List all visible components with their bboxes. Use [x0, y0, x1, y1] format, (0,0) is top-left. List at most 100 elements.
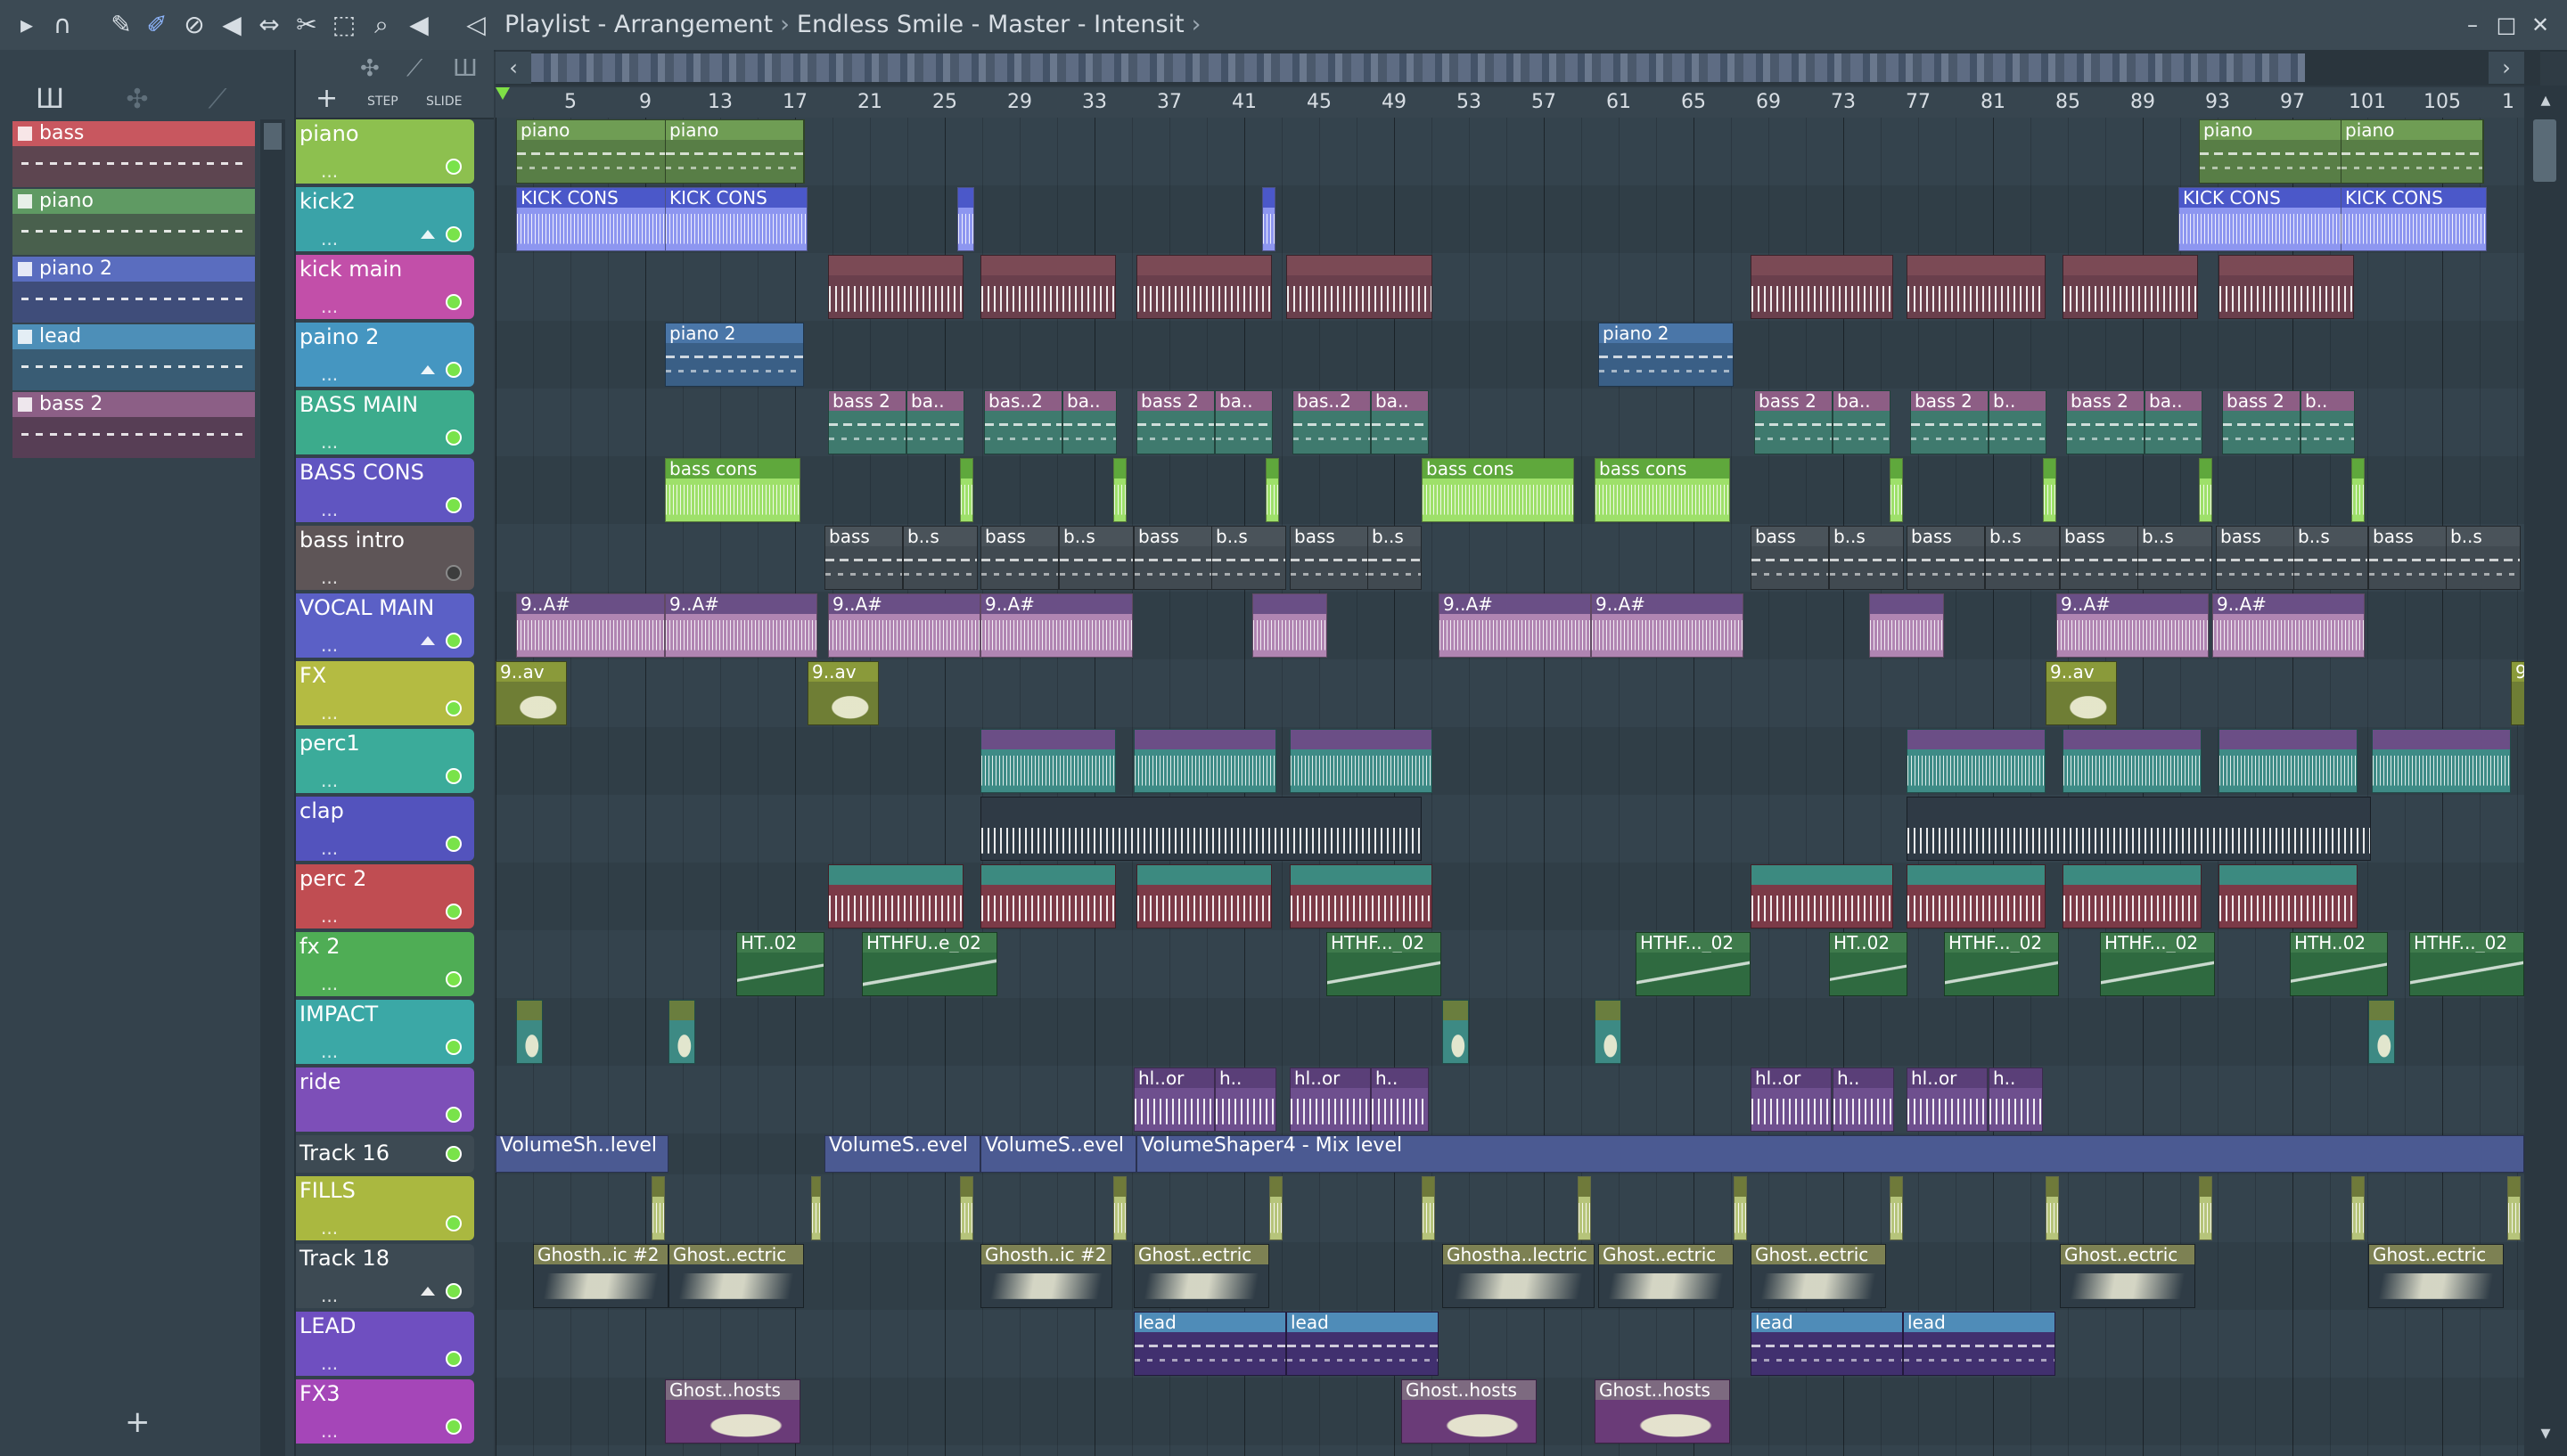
track-header[interactable]: Track 18... — [296, 1244, 474, 1308]
playlist-clip[interactable]: Ghosth..ic #2 — [980, 1244, 1112, 1308]
playlist-clip[interactable]: HTH..02 — [2290, 932, 2388, 996]
playlist-clip[interactable]: bass 2 — [1910, 390, 1989, 454]
playlist-clip[interactable]: h.. — [1989, 1067, 2043, 1132]
magnet-snap-icon[interactable]: ∩ — [45, 7, 80, 43]
playlist-clip[interactable]: ba.. — [1833, 390, 1890, 454]
playlist-clip[interactable]: Ghost..hosts — [1595, 1379, 1730, 1444]
playlist-clip[interactable]: Ghost..ectric — [1751, 1244, 1886, 1308]
track-expand-icon[interactable] — [421, 1287, 435, 1296]
zoom-icon[interactable]: ⌕ — [364, 7, 399, 43]
track-options[interactable]: ... — [321, 634, 338, 656]
track-header[interactable]: FX3... — [296, 1379, 474, 1444]
playlist-clip[interactable]: hl..or — [1751, 1067, 1832, 1132]
track-header[interactable]: ride — [296, 1067, 474, 1132]
playlist-clip[interactable] — [2372, 729, 2511, 793]
playlist-clip[interactable]: 9..av — [808, 661, 879, 725]
track-mute-toggle[interactable] — [446, 1215, 462, 1231]
playlist-clip[interactable]: b..s — [1829, 526, 1904, 590]
playlist-clip[interactable] — [2199, 458, 2212, 522]
track-header[interactable]: FILLS... — [296, 1176, 474, 1240]
close-icon[interactable]: ✕ — [2526, 11, 2555, 39]
playlist-clip[interactable] — [957, 187, 974, 251]
playlist-clip[interactable] — [2218, 255, 2354, 319]
playlist-clip[interactable]: b..s — [2137, 526, 2212, 590]
slide-tool-icon[interactable]: ⟋ — [406, 55, 422, 83]
playlist-clip[interactable] — [2507, 1176, 2521, 1240]
picker-item-piano-2[interactable]: piano 2 — [12, 257, 255, 324]
add-track-button[interactable]: + — [316, 86, 338, 112]
speaker-icon[interactable]: ◁ — [458, 7, 494, 43]
playlist-clip[interactable] — [2218, 729, 2358, 793]
playlist-clip[interactable]: bass — [1907, 526, 1985, 590]
playlist-clip[interactable]: 9..av — [2046, 661, 2117, 725]
playlist-clip[interactable] — [1578, 1176, 1591, 1240]
track-lane[interactable] — [496, 389, 2524, 456]
track-mute-toggle[interactable] — [446, 1146, 462, 1162]
playlist-clip[interactable]: bass 2 — [1754, 390, 1833, 454]
automation-icon[interactable]: ✣ — [111, 80, 164, 119]
playlist-clip[interactable] — [2368, 1000, 2395, 1064]
playlist-clip[interactable] — [1907, 797, 2371, 861]
minimize-icon[interactable]: – — [2458, 11, 2487, 39]
playlist-clip[interactable]: piano 2 — [1598, 323, 1734, 387]
track-header[interactable]: FX... — [296, 661, 474, 725]
track-expand-icon[interactable] — [421, 230, 435, 239]
playlist-clip[interactable]: Ghost..hosts — [1401, 1379, 1537, 1444]
playlist-clip[interactable]: bass — [2060, 526, 2138, 590]
playlist-clip[interactable]: b..s — [1367, 526, 1422, 590]
scroll-left-button[interactable]: ‹ — [496, 52, 531, 84]
track-lane[interactable] — [496, 998, 2524, 1066]
playlist-clip[interactable]: bass 2 — [828, 390, 906, 454]
playlist-clip[interactable] — [2063, 255, 2198, 319]
track-lane[interactable] — [496, 1066, 2524, 1133]
playlist-clip[interactable]: bass — [1290, 526, 1368, 590]
playlist-clip[interactable]: lead — [1134, 1312, 1286, 1376]
slice-icon[interactable]: ✂ — [289, 7, 324, 43]
playlist-clip[interactable]: h.. — [1833, 1067, 1894, 1132]
playlist-clip[interactable]: bass — [1134, 526, 1212, 590]
playlist-clip[interactable] — [1907, 255, 2046, 319]
track-header[interactable]: LEAD... — [296, 1312, 474, 1376]
playlist-clip[interactable]: 9..A# — [2056, 593, 2209, 658]
picker-scrollbar[interactable] — [260, 119, 285, 1456]
time-ruler[interactable]: 5 9 13 17 21 25 29 33 37 41 45 49 53 57 61 65 69 73 77 81 85… — [496, 87, 2540, 119]
track-options[interactable]: ... — [321, 499, 338, 520]
playlist-clip[interactable]: b..s — [1059, 526, 1134, 590]
mute-icon[interactable]: ◀ — [214, 7, 250, 43]
track-mute-toggle[interactable] — [446, 294, 462, 310]
track-header[interactable]: Track 16 — [296, 1135, 474, 1173]
playback-icon[interactable]: ◀ — [401, 7, 437, 43]
playlist-clip[interactable] — [1290, 864, 1432, 928]
track-options[interactable]: ... — [321, 228, 338, 249]
playlist-clip[interactable] — [1262, 187, 1275, 251]
track-header[interactable]: kick main... — [296, 255, 474, 319]
playlist-clip[interactable]: bass 2 — [1136, 390, 1215, 454]
picker-item-bass-2[interactable]: bass 2 — [12, 392, 255, 460]
playlist-clip[interactable]: bass — [2216, 526, 2294, 590]
playlist-clip[interactable] — [1269, 1176, 1283, 1240]
track-mute-toggle[interactable] — [446, 1419, 462, 1435]
playlist-clip[interactable]: bass — [980, 526, 1059, 590]
track-options[interactable]: ... — [321, 1217, 338, 1239]
vertical-scroll-thumb[interactable] — [2533, 119, 2556, 182]
playlist-clip[interactable]: VolumeS..evel — [980, 1135, 1136, 1173]
track-lane[interactable] — [496, 1174, 2524, 1242]
playlist-clip[interactable]: KICK CONS — [665, 187, 808, 251]
playlist-clip[interactable]: hl..or — [1290, 1067, 1371, 1132]
playlist-clip[interactable]: ba.. — [906, 390, 964, 454]
track-header[interactable]: BASS MAIN... — [296, 390, 474, 454]
track-mute-toggle[interactable] — [446, 1107, 462, 1123]
playlist-clip[interactable]: b..s — [2293, 526, 2368, 590]
track-mute-toggle[interactable] — [446, 362, 462, 378]
playlist-clip[interactable] — [1890, 458, 1903, 522]
playlist-clip[interactable]: b..s — [903, 526, 978, 590]
track-lane[interactable] — [496, 1310, 2524, 1378]
track-mute-toggle[interactable] — [446, 904, 462, 920]
track-header[interactable]: BASS CONS... — [296, 458, 474, 522]
scroll-up-icon[interactable]: ▴ — [2531, 89, 2560, 118]
piano-roll-icon[interactable]: Ш — [23, 80, 77, 119]
arrangement-overview[interactable]: ‹ › — [496, 50, 2540, 86]
playlist-clip[interactable]: 9..A# — [980, 593, 1133, 658]
playlist-clip[interactable] — [1907, 864, 2046, 928]
playlist-clip[interactable]: hl..or — [1134, 1067, 1215, 1132]
